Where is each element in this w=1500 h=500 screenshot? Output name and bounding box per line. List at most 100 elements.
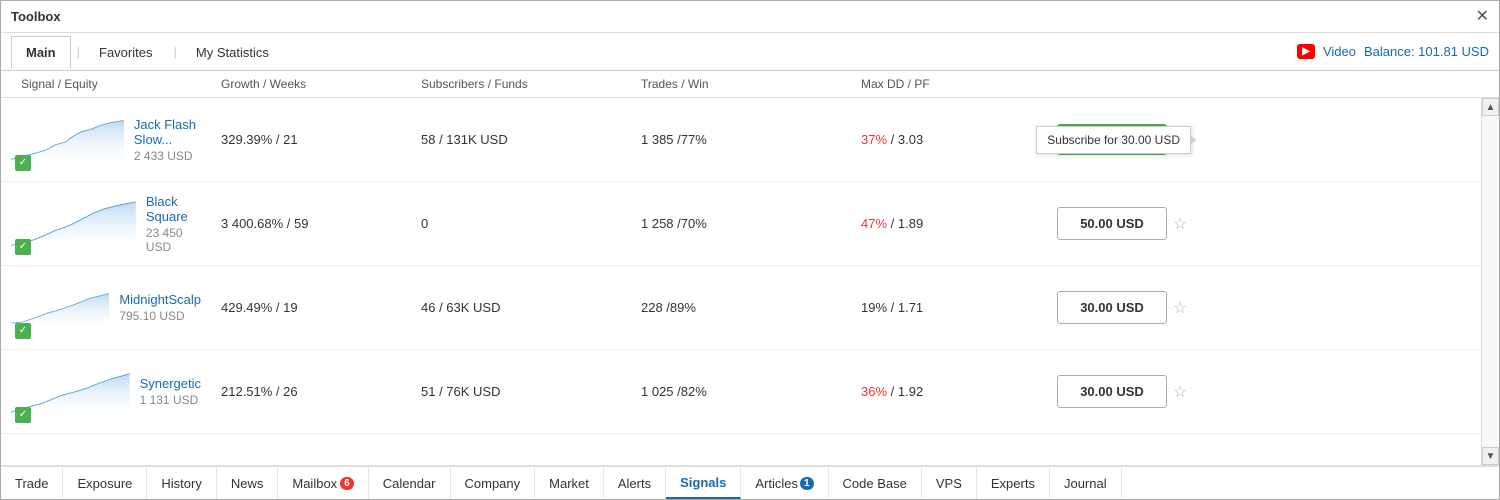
signal-cell-2: Black Square 23 450 USD bbox=[136, 194, 211, 254]
col-header-growth: Growth / Weeks bbox=[211, 77, 411, 91]
balance-link[interactable]: Balance: 101.81 USD bbox=[1364, 44, 1489, 59]
close-button[interactable]: ✕ bbox=[1476, 9, 1489, 25]
maxdd-4: 36% / 1.92 bbox=[851, 384, 1051, 399]
subs-4: 51 / 76K USD bbox=[411, 384, 631, 399]
bottom-tab-alerts[interactable]: Alerts bbox=[604, 467, 666, 499]
trades-1: 1 385 /77% bbox=[631, 132, 851, 147]
table-row: MidnightScalp 795.10 USD 429.49% / 19 46… bbox=[1, 266, 1481, 350]
bottom-tab-news[interactable]: News bbox=[217, 467, 279, 499]
signal-equity-4: 1 131 USD bbox=[140, 393, 201, 407]
signal-name-1[interactable]: Jack Flash Slow... bbox=[134, 117, 201, 147]
signal-equity-2: 23 450 USD bbox=[146, 226, 201, 254]
scroll-track bbox=[1482, 116, 1499, 447]
growth-2: 3 400.68% / 59 bbox=[211, 216, 411, 231]
scrollbar-placeholder bbox=[1251, 77, 1269, 91]
table-body: Jack Flash Slow... 2 433 USD 329.39% / 2… bbox=[1, 98, 1481, 465]
table-header: Signal / Equity Growth / Weeks Subscribe… bbox=[1, 71, 1499, 98]
subscribe-btn-3[interactable]: 30.00 USD bbox=[1057, 291, 1167, 324]
bottom-tab-history[interactable]: History bbox=[147, 467, 216, 499]
bottom-tab-calendar[interactable]: Calendar bbox=[369, 467, 451, 499]
tab-separator: | bbox=[77, 44, 80, 59]
trades-4: 1 025 /82% bbox=[631, 384, 851, 399]
tooltip-1: Subscribe for 30.00 USD bbox=[1036, 126, 1191, 154]
action-cell-1: 30.00 USD Subscribe for 30.00 USD ☆ bbox=[1051, 124, 1251, 155]
check-icon-1 bbox=[15, 155, 31, 171]
tab-main[interactable]: Main bbox=[11, 36, 71, 69]
maxdd-1: 37% / 3.03 bbox=[851, 132, 1051, 147]
tab-my-statistics[interactable]: My Statistics bbox=[181, 36, 284, 68]
scrollbar[interactable]: ▲ ▼ bbox=[1481, 98, 1499, 465]
table-area: Jack Flash Slow... 2 433 USD 329.39% / 2… bbox=[1, 98, 1499, 465]
signal-name-4[interactable]: Synergetic bbox=[140, 376, 201, 391]
signal-equity-1: 2 433 USD bbox=[134, 149, 201, 163]
bottom-tabs: Trade Exposure History News Mailbox6 Cal… bbox=[1, 465, 1499, 499]
bottom-tab-signals[interactable]: Signals bbox=[666, 467, 741, 499]
trades-2: 1 258 /70% bbox=[631, 216, 851, 231]
bottom-tab-codebase[interactable]: Code Base bbox=[829, 467, 922, 499]
action-cell-3: 30.00 USD ☆ bbox=[1051, 291, 1251, 324]
star-icon-2[interactable]: ☆ bbox=[1173, 214, 1187, 234]
header-right: ▶ Video Balance: 101.81 USD bbox=[1297, 44, 1489, 59]
chart-cell-4 bbox=[11, 357, 130, 427]
tab-separator2: | bbox=[173, 44, 176, 59]
bottom-tab-mailbox[interactable]: Mailbox6 bbox=[278, 467, 368, 499]
check-icon-4 bbox=[15, 407, 31, 423]
bottom-tab-exposure[interactable]: Exposure bbox=[63, 467, 147, 499]
subscribe-btn-2[interactable]: 50.00 USD bbox=[1057, 207, 1167, 240]
col-header-trades: Trades / Win bbox=[631, 77, 851, 91]
table-row: Jack Flash Slow... 2 433 USD 329.39% / 2… bbox=[1, 98, 1481, 182]
top-tabs-row: Main | Favorites | My Statistics ▶ Video… bbox=[1, 33, 1499, 71]
bottom-tab-experts[interactable]: Experts bbox=[977, 467, 1050, 499]
bottom-tab-vps[interactable]: VPS bbox=[922, 467, 977, 499]
bottom-tab-trade[interactable]: Trade bbox=[1, 467, 63, 499]
chart-cell-1 bbox=[11, 105, 124, 175]
youtube-icon[interactable]: ▶ bbox=[1297, 44, 1315, 59]
bottom-tab-journal[interactable]: Journal bbox=[1050, 467, 1122, 499]
signal-cell-3: MidnightScalp 795.10 USD bbox=[109, 292, 211, 323]
maxdd-3: 19% / 1.71 bbox=[851, 300, 1051, 315]
chart-cell-2 bbox=[11, 189, 136, 259]
tab-favorites[interactable]: Favorites bbox=[84, 36, 167, 68]
col-header-subscribers: Subscribers / Funds bbox=[411, 77, 631, 91]
action-cell-4: 30.00 USD ☆ bbox=[1051, 375, 1251, 408]
table-row: Black Square 23 450 USD 3 400.68% / 59 0… bbox=[1, 182, 1481, 266]
bottom-tab-articles[interactable]: Articles1 bbox=[741, 467, 828, 499]
star-icon-4[interactable]: ☆ bbox=[1173, 382, 1187, 402]
check-icon-2 bbox=[15, 239, 31, 255]
chart-signal-cell-2: Black Square 23 450 USD bbox=[11, 189, 211, 259]
check-icon-3 bbox=[15, 323, 31, 339]
chart-cell-3 bbox=[11, 273, 109, 343]
signal-equity-3: 795.10 USD bbox=[119, 309, 201, 323]
trades-3: 228 /89% bbox=[631, 300, 851, 315]
signal-name-3[interactable]: MidnightScalp bbox=[119, 292, 201, 307]
subs-2: 0 bbox=[411, 216, 631, 231]
maxdd-red-2: 47% bbox=[861, 216, 887, 231]
star-icon-3[interactable]: ☆ bbox=[1173, 298, 1187, 318]
maxdd-2: 47% / 1.89 bbox=[851, 216, 1051, 231]
signal-name-2[interactable]: Black Square bbox=[146, 194, 201, 224]
maxdd-red-1: 37% bbox=[861, 132, 887, 147]
bottom-tab-company[interactable]: Company bbox=[451, 467, 536, 499]
subs-1: 58 / 131K USD bbox=[411, 132, 631, 147]
chart-signal-cell-4: Synergetic 1 131 USD bbox=[11, 357, 211, 427]
growth-4: 212.51% / 26 bbox=[211, 384, 411, 399]
subscribe-btn-4[interactable]: 30.00 USD bbox=[1057, 375, 1167, 408]
scroll-down-btn[interactable]: ▼ bbox=[1482, 447, 1499, 465]
growth-1: 329.39% / 21 bbox=[211, 132, 411, 147]
title-bar: Toolbox ✕ bbox=[1, 1, 1499, 33]
signal-cell-1: Jack Flash Slow... 2 433 USD bbox=[124, 117, 211, 163]
table-row: Synergetic 1 131 USD 212.51% / 26 51 / 7… bbox=[1, 350, 1481, 434]
bottom-tab-market[interactable]: Market bbox=[535, 467, 604, 499]
mailbox-badge: 6 bbox=[340, 477, 354, 490]
chart-signal-cell: Jack Flash Slow... 2 433 USD bbox=[11, 105, 211, 175]
col-header-signal: Signal / Equity bbox=[11, 77, 211, 91]
col-header-action bbox=[1051, 77, 1251, 91]
window-title: Toolbox bbox=[11, 9, 61, 24]
action-cell-2: 50.00 USD ☆ bbox=[1051, 207, 1251, 240]
main-window: Toolbox ✕ Main | Favorites | My Statisti… bbox=[0, 0, 1500, 500]
video-link[interactable]: Video bbox=[1323, 44, 1356, 59]
growth-3: 429.49% / 19 bbox=[211, 300, 411, 315]
maxdd-red-4: 36% bbox=[861, 384, 887, 399]
scroll-up-btn[interactable]: ▲ bbox=[1482, 98, 1499, 116]
signal-cell-4: Synergetic 1 131 USD bbox=[130, 376, 211, 407]
